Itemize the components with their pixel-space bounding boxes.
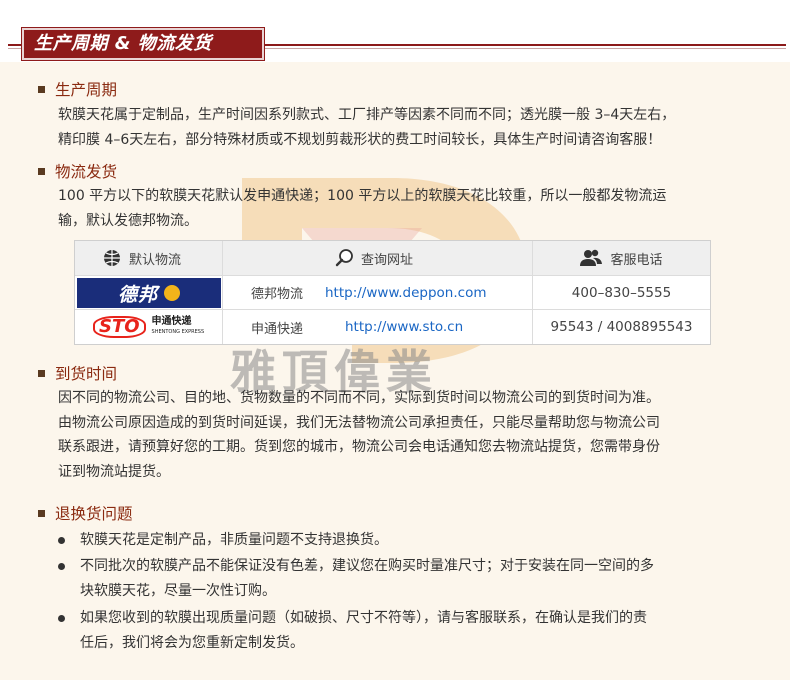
square-bullet-icon xyxy=(38,167,45,175)
header-label: 默认物流 xyxy=(129,252,182,268)
deppon-logo-text: 德邦 xyxy=(117,283,158,306)
list-item-line: 任后，我们将会为您重新定制发货。 xyxy=(80,634,304,651)
round-bullet-icon xyxy=(58,537,65,544)
list-item-line: 块软膜天花，尽量一次性订购。 xyxy=(80,582,276,599)
paragraph-line: 输，默认发德邦物流。 xyxy=(58,212,198,229)
paragraph-line: 联系跟进，请预算好您的工期。货到您的城市，物流公司会电话通知您去物流站提货，您需… xyxy=(58,439,660,455)
section-title-shipping: 物流发货 xyxy=(38,160,117,182)
globe-icon xyxy=(104,250,120,266)
deppon-logo: 德邦 xyxy=(77,278,221,308)
section-title-returns: 退换货问题 xyxy=(38,502,133,524)
paragraph-line: 软膜天花属于定制品，生产时间因系列款式、工厂排产等因素不同而不同；透光膜一般 3… xyxy=(58,107,676,123)
sto-logo-cn-text: 申通快递 xyxy=(151,316,192,327)
sto-logo: STO 申通快递 SHENTONG EXPRESS xyxy=(77,312,221,342)
company-url-link[interactable]: http://www.sto.cn xyxy=(345,319,463,335)
header-label: 查询网址 xyxy=(361,252,414,268)
url-cell: 德邦物流 http://www.deppon.com xyxy=(223,276,533,309)
table-row: STO 申通快递 SHENTONG EXPRESS 申通快递 http://ww… xyxy=(75,310,710,344)
paragraph-line: 证到物流站提货。 xyxy=(58,463,170,480)
company-url-link[interactable]: http://www.deppon.com xyxy=(325,285,487,301)
header-cell-service-phone: 客服电话 xyxy=(533,241,710,275)
section-title-arrival: 到货时间 xyxy=(38,362,117,384)
arrival-paragraph: 因不同的物流公司、目的地、货物数量的不同而不同，实际到货时间以物流公司的到货时间… xyxy=(58,386,783,484)
section-title-shipping-text: 物流发货 xyxy=(55,163,118,181)
round-bullet-icon xyxy=(58,563,65,570)
sto-logo-en-text: SHENTONG EXPRESS xyxy=(151,329,205,335)
list-item: 如果您收到的软膜出现质量问题（如破损、尺寸不符等），请与客服联系，在确认是我们的… xyxy=(58,606,758,656)
list-item-line: 如果您收到的软膜出现质量问题（如破损、尺寸不符等），请与客服联系，在确认是我们的… xyxy=(80,610,647,626)
header-label: 客服电话 xyxy=(610,252,663,268)
url-cell: 申通快递 http://www.sto.cn xyxy=(223,310,533,344)
section-title-production: 生产周期 xyxy=(38,78,117,100)
square-bullet-icon xyxy=(38,509,45,517)
production-paragraph: 软膜天花属于定制品，生产时间因系列款式、工厂排产等因素不同而不同；透光膜一般 3… xyxy=(58,103,783,152)
table-header-row: 默认物流 查询网址 客服电话 xyxy=(75,241,710,276)
list-item: 软膜天花是定制产品，非质量问题不支持退换货。 xyxy=(58,528,758,553)
section-title-production-text: 生产周期 xyxy=(55,81,118,99)
sto-logo-cn: 申通快递 SHENTONG EXPRESS xyxy=(152,316,205,338)
phone-cell: 95543 / 4008895543 xyxy=(533,310,710,344)
list-item-line: 软膜天花是定制产品，非质量问题不支持退换货。 xyxy=(80,532,388,548)
search-icon xyxy=(335,249,353,267)
list-item-line: 不同批次的软膜产品不能保证没有色差，建议您在购买时量准尺寸；对于安装在同一空间的… xyxy=(80,558,654,574)
paragraph-line: 100 平方以下的软膜天花默认发申通快递；100 平方以上的软膜天花比较重，所以… xyxy=(58,188,667,204)
logo-cell: STO 申通快递 SHENTONG EXPRESS xyxy=(75,310,223,344)
paragraph-line: 由物流公司原因造成的到货时间延误，我们无法替物流公司承担责任，只能尽量帮助您与物… xyxy=(58,414,660,431)
paragraph-line: 因不同的物流公司、目的地、货物数量的不同而不同，实际到货时间以物流公司的到货时间… xyxy=(58,390,660,406)
company-name: 申通快递 xyxy=(251,321,304,337)
square-bullet-icon xyxy=(38,85,45,93)
paragraph-line: 精印膜 4–6天左右，部分特殊材质或不规划剪裁形状的费工时间较长，具体生产时间请… xyxy=(58,131,662,148)
phone-number: 400–830–5555 xyxy=(571,284,672,301)
section-title-returns-text: 退换货问题 xyxy=(55,505,133,523)
square-bullet-icon xyxy=(38,369,45,377)
users-icon xyxy=(580,249,603,266)
header-cell-query-url: 查询网址 xyxy=(223,241,533,275)
arrow-icon xyxy=(164,285,180,301)
phone-number: 95543 / 4008895543 xyxy=(550,319,693,335)
shipping-paragraph: 100 平方以下的软膜天花默认发申通快递；100 平方以上的软膜天花比较重，所以… xyxy=(58,184,783,233)
sto-logo-mark: STO xyxy=(93,316,146,338)
phone-cell: 400–830–5555 xyxy=(533,276,710,309)
table-row: 德邦 德邦物流 http://www.deppon.com 400–830–55… xyxy=(75,276,710,310)
logo-cell: 德邦 xyxy=(75,276,223,309)
section-title-arrival-text: 到货时间 xyxy=(55,365,118,383)
round-bullet-icon xyxy=(58,615,65,622)
company-name: 德邦物流 xyxy=(251,287,304,302)
logistics-table: 默认物流 查询网址 客服电话 德邦 德邦物流 http://www.deppon… xyxy=(74,240,711,345)
header-cell-default-logistics: 默认物流 xyxy=(75,241,223,275)
list-item: 不同批次的软膜产品不能保证没有色差，建议您在购买时量准尺寸；对于安装在同一空间的… xyxy=(58,554,758,604)
